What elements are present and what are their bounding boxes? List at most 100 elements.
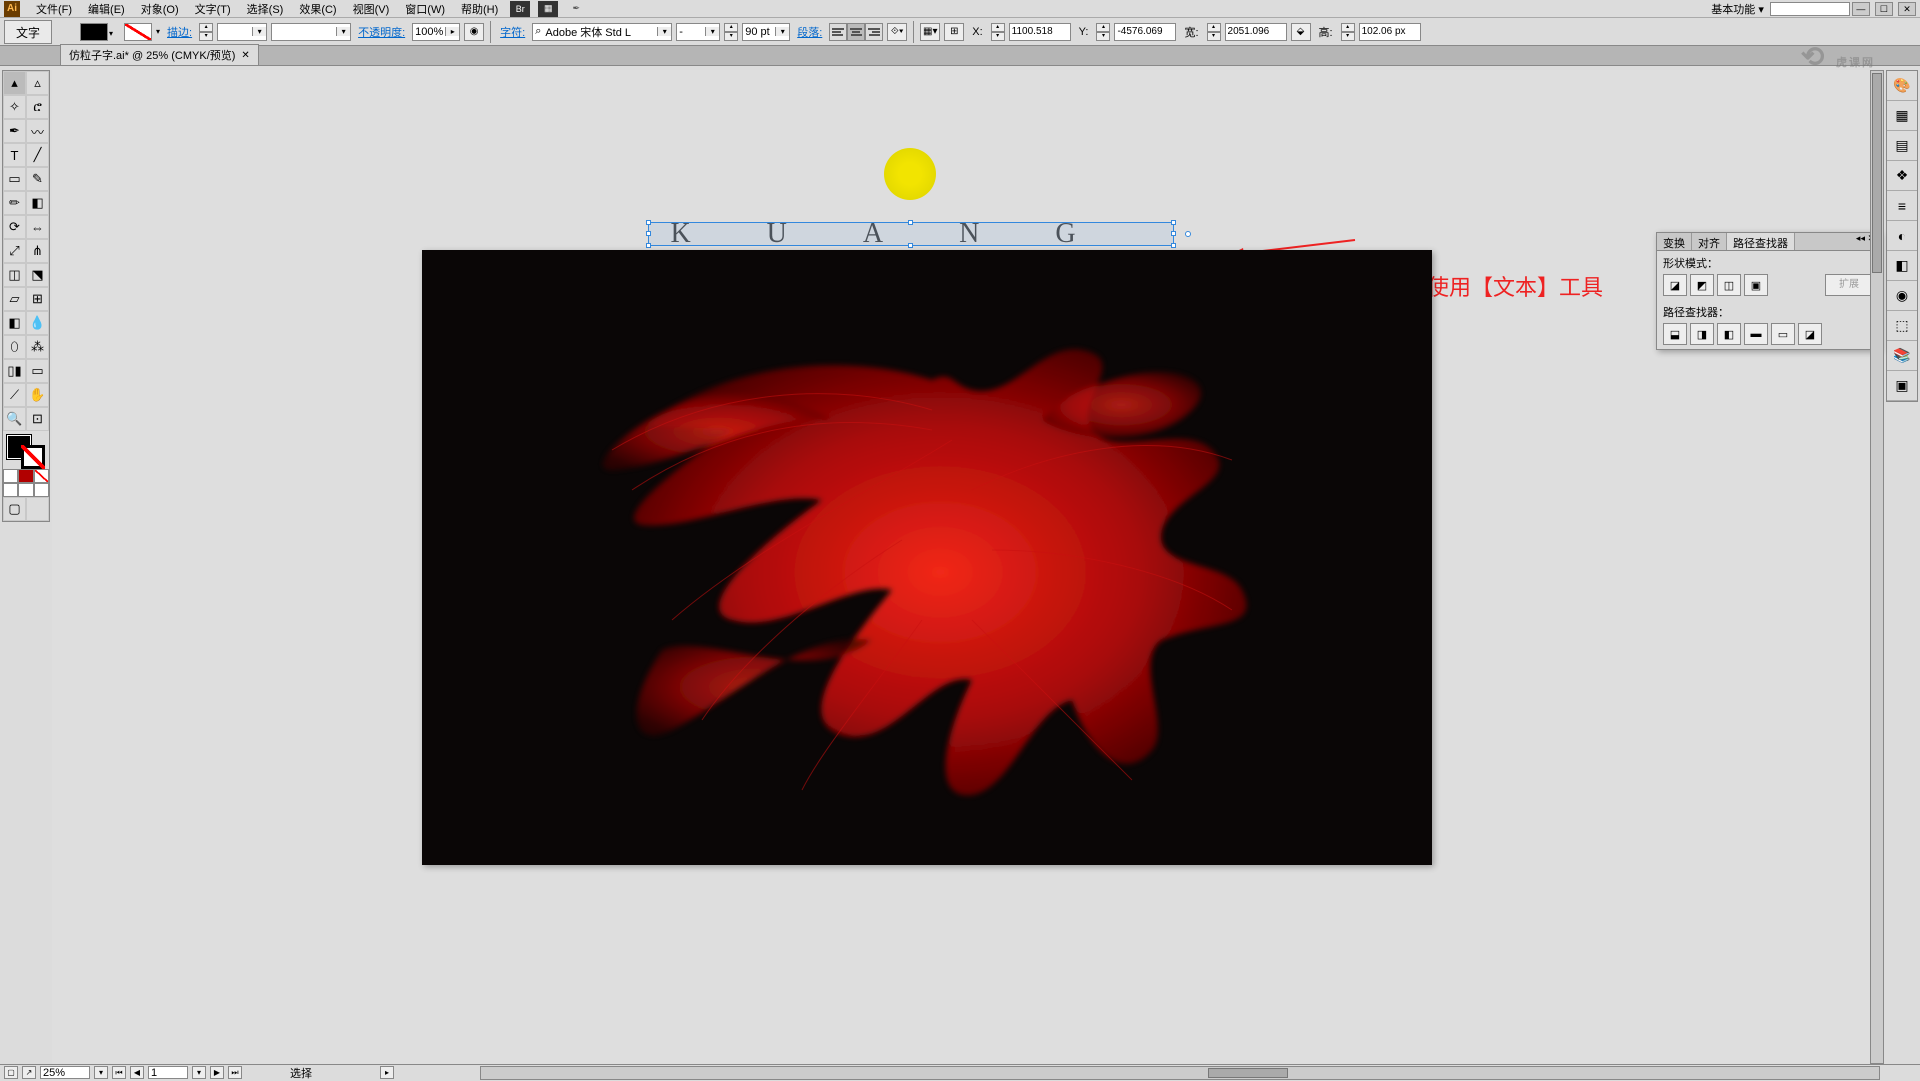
first-artboard[interactable]: ⏮ — [112, 1066, 126, 1079]
paragraph-align[interactable] — [829, 23, 883, 41]
artboard-dd[interactable]: ▾ — [192, 1066, 206, 1079]
menu-help[interactable]: 帮助(H) — [453, 1, 506, 17]
layers-panel-icon[interactable]: 📚 — [1887, 341, 1917, 371]
perspective-tool[interactable]: ▱ — [3, 287, 26, 311]
trim-button[interactable]: ◨ — [1690, 323, 1714, 345]
stroke-weight[interactable]: ▾ — [217, 23, 267, 41]
scale-tool[interactable]: ⤢ — [3, 239, 26, 263]
intersect-button[interactable]: ◫ — [1717, 274, 1741, 296]
minimize-button[interactable]: — — [1852, 2, 1870, 16]
maximize-button[interactable]: ☐ — [1875, 2, 1893, 16]
arrange-icon[interactable]: ▦ — [538, 1, 558, 17]
draw-mode-row[interactable] — [3, 483, 49, 497]
zoom-field[interactable] — [40, 1066, 90, 1079]
menu-select[interactable]: 选择(S) — [239, 1, 292, 17]
text-selection-box[interactable] — [648, 222, 1174, 246]
transparency-panel-icon[interactable]: ◧ — [1887, 251, 1917, 281]
eyedropper-tool[interactable]: 💧 — [26, 311, 49, 335]
screen-mode-tool[interactable]: ▢ — [3, 497, 26, 521]
next-artboard[interactable]: ▶ — [210, 1066, 224, 1079]
zoom-tool[interactable]: 🔍 — [3, 407, 26, 431]
print-tiling-tool[interactable]: ⊡ — [26, 407, 49, 431]
eraser-tool[interactable]: ◧ — [26, 191, 49, 215]
rotate-tool[interactable]: ⟳ — [3, 215, 26, 239]
brushes-panel-icon[interactable]: ▤ — [1887, 131, 1917, 161]
exclude-button[interactable]: ▣ — [1744, 274, 1768, 296]
recolor-icon[interactable]: ◉ — [464, 23, 484, 41]
gradient-tool[interactable]: ◧ — [3, 311, 26, 335]
quill-icon[interactable]: ✒ — [566, 1, 586, 17]
direct-select-tool[interactable]: ▵ — [26, 71, 49, 95]
h-stepper[interactable]: ▴▾ — [1341, 23, 1355, 41]
pen-tool[interactable]: ✒ — [3, 119, 26, 143]
color-mode-row[interactable] — [3, 469, 49, 483]
minus-front-button[interactable]: ◩ — [1690, 274, 1714, 296]
symbol-spray-tool[interactable]: ⁂ — [26, 335, 49, 359]
w-stepper[interactable]: ▴▾ — [1207, 23, 1221, 41]
gradient-panel-icon[interactable]: ◐ — [1887, 221, 1917, 251]
menu-view[interactable]: 视图(V) — [345, 1, 398, 17]
search-input[interactable] — [1770, 2, 1850, 16]
lasso-tool[interactable]: ሮ — [26, 95, 49, 119]
horizontal-scrollbar[interactable] — [480, 1066, 1880, 1080]
bridge-icon[interactable]: Br — [510, 1, 530, 17]
align-right[interactable] — [865, 23, 883, 41]
align-left[interactable] — [829, 23, 847, 41]
pathfinder-panel[interactable]: 变换 对齐 路径查找器 ◂◂ ✕ 形状模式： ◪ ◩ ◫ ▣ 扩展 路径查找器：… — [1656, 232, 1880, 350]
link-wh-icon[interactable]: ⬙ — [1291, 23, 1311, 41]
menu-file[interactable]: 文件(F) — [28, 1, 80, 17]
mesh-tool[interactable]: ⊞ — [26, 287, 49, 311]
tab-transform[interactable]: 变换 — [1657, 233, 1692, 250]
outline-button[interactable]: ▭ — [1771, 323, 1795, 345]
stroke-stepper[interactable]: ▴▾ — [199, 23, 213, 41]
status-menu[interactable]: ▸ — [380, 1066, 394, 1079]
menu-type[interactable]: 文字(T) — [187, 1, 239, 17]
brush-tool[interactable]: ✎ — [26, 167, 49, 191]
hand-tool[interactable]: ✋ — [26, 383, 49, 407]
w-field[interactable] — [1225, 23, 1287, 41]
artboard-nav-icon[interactable]: ▢ — [4, 1066, 18, 1079]
crop-button[interactable]: ▬ — [1744, 323, 1768, 345]
canvas[interactable]: KUANG DESIGNED BY WAI 20161229 使用【文本】工具 — [52, 70, 1884, 1064]
export-icon[interactable]: ↗ — [22, 1066, 36, 1079]
y-field[interactable] — [1114, 23, 1176, 41]
zoom-dd[interactable]: ▾ — [94, 1066, 108, 1079]
size-stepper[interactable]: ▴▾ — [724, 23, 738, 41]
menu-object[interactable]: 对象(O) — [133, 1, 187, 17]
tab-pathfinder[interactable]: 路径查找器 — [1727, 233, 1795, 250]
y-stepper[interactable]: ▴▾ — [1096, 23, 1110, 41]
expand-button[interactable]: 扩展 — [1825, 274, 1873, 296]
color-panel-icon[interactable]: 🎨 — [1887, 71, 1917, 101]
unite-button[interactable]: ◪ — [1663, 274, 1687, 296]
brush-combo[interactable]: ▾ — [271, 23, 351, 41]
align-center[interactable] — [847, 23, 865, 41]
slice-tool[interactable]: ⟋ — [3, 383, 26, 407]
blend-tool[interactable]: ⬯ — [3, 335, 26, 359]
x-field[interactable] — [1009, 23, 1071, 41]
selection-tool[interactable]: ▴ — [3, 71, 26, 95]
reflect-tool[interactable]: ⇔ — [26, 215, 49, 239]
menu-edit[interactable]: 编辑(E) — [80, 1, 133, 17]
free-transform-tool[interactable]: ◫ — [3, 263, 26, 287]
prev-artboard[interactable]: ◀ — [130, 1066, 144, 1079]
vertical-scrollbar[interactable] — [1870, 70, 1884, 1064]
last-artboard[interactable]: ⏭ — [228, 1066, 242, 1079]
tab-close-icon[interactable]: ✕ — [241, 50, 249, 61]
fill-stroke-swatches[interactable] — [3, 431, 49, 469]
swatches-panel-icon[interactable]: ▦ — [1887, 101, 1917, 131]
rectangle-tool[interactable]: ▭ — [3, 167, 26, 191]
opacity-link[interactable]: 不透明度: — [355, 24, 408, 40]
document-tab[interactable]: 仿粒子字.ai* @ 25% (CMYK/预览) ✕ — [60, 44, 259, 65]
menu-window[interactable]: 窗口(W) — [397, 1, 453, 17]
graph-tool[interactable]: ▯▮ — [3, 359, 26, 383]
opacity-field[interactable]: 100%▸ — [412, 23, 460, 41]
stroke-swatch[interactable] — [124, 23, 152, 41]
transform-icon[interactable]: ⟐▾ — [887, 23, 907, 41]
align-panel-icon[interactable]: ▦▾ — [920, 23, 940, 41]
x-stepper[interactable]: ▴▾ — [991, 23, 1005, 41]
artboard-number[interactable] — [148, 1066, 188, 1079]
shape-builder-tool[interactable]: ⬔ — [26, 263, 49, 287]
magic-wand-tool[interactable]: ✧ — [3, 95, 26, 119]
font-family[interactable]: ⌕Adobe 宋体 Std L▾ — [532, 23, 672, 41]
line-tool[interactable]: ╱ — [26, 143, 49, 167]
